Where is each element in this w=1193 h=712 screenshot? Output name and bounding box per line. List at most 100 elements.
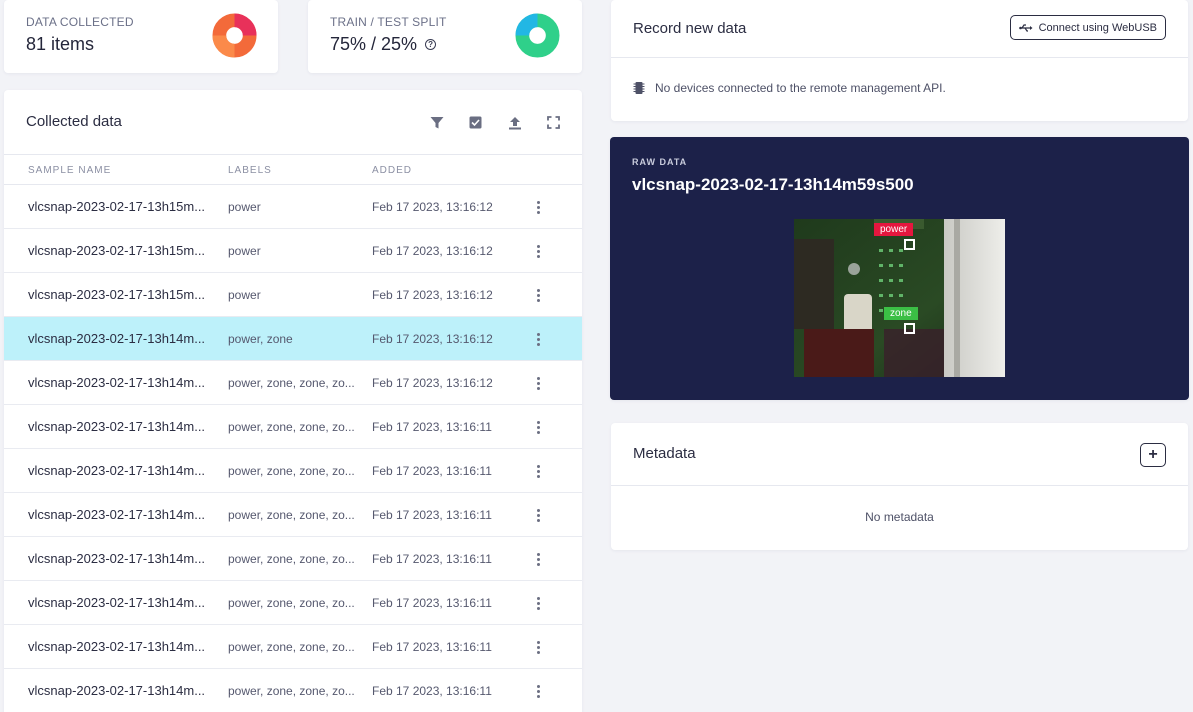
more-options-icon[interactable]: [532, 329, 544, 349]
table-row[interactable]: vlcsnap-2023-02-17-13h14m... power, zone,…: [4, 361, 582, 405]
sample-labels: power, zone: [228, 332, 293, 346]
sample-added: Feb 17 2023, 13:16:11: [372, 640, 492, 654]
more-options-icon[interactable]: [532, 505, 544, 525]
sample-added: Feb 17 2023, 13:16:11: [372, 420, 492, 434]
table-row[interactable]: vlcsnap-2023-02-17-13h14m... power, zone,…: [4, 581, 582, 625]
chip-icon: [633, 82, 645, 94]
stat-card-split: TRAIN / TEST SPLIT 75% / 25% ?: [308, 0, 582, 73]
upload-icon[interactable]: [506, 114, 523, 131]
table-row[interactable]: vlcsnap-2023-02-17-13h14m... power, zone,…: [4, 449, 582, 493]
expand-icon[interactable]: [545, 114, 562, 131]
table-body: vlcsnap-2023-02-17-13h15m... power Feb 17 …: [4, 185, 582, 712]
more-options-icon[interactable]: [532, 461, 544, 481]
box-label-power: power: [874, 223, 914, 236]
bounding-box-zone: zone: [884, 307, 918, 334]
panel-title: Metadata: [633, 445, 696, 462]
sample-name: vlcsnap-2023-02-17-13h15m...: [28, 199, 206, 214]
box-marker: [904, 323, 915, 334]
sample-name: vlcsnap-2023-02-17-13h14m...: [28, 463, 206, 478]
stat-value: 81 items: [26, 34, 95, 54]
donut-chart-icon: [515, 13, 560, 58]
donut-chart-icon: [212, 13, 257, 58]
table-row[interactable]: vlcsnap-2023-02-17-13h14m... power, zone,…: [4, 625, 582, 669]
toolbar: [428, 114, 562, 131]
table-header: SAMPLE NAME LABELS ADDED: [4, 154, 582, 185]
more-options-icon[interactable]: [532, 197, 544, 217]
stat-value: 75% / 25% ?: [330, 34, 437, 55]
more-options-icon[interactable]: [532, 637, 544, 657]
sample-labels: power, zone, zone, zo...: [228, 464, 355, 478]
table-row[interactable]: vlcsnap-2023-02-17-13h15m... power Feb 17 …: [4, 229, 582, 273]
panel-title: Record new data: [633, 20, 747, 37]
sample-added: Feb 17 2023, 13:16:12: [372, 200, 493, 214]
stat-label: DATA COLLECTED: [26, 15, 134, 29]
sample-added: Feb 17 2023, 13:16:11: [372, 464, 492, 478]
table-row[interactable]: vlcsnap-2023-02-17-13h14m... power, zone,…: [4, 405, 582, 449]
sample-added: Feb 17 2023, 13:16:12: [372, 376, 493, 390]
sample-name: vlcsnap-2023-02-17-13h14m...: [28, 639, 206, 654]
more-options-icon[interactable]: [532, 417, 544, 437]
box-label-zone: zone: [884, 307, 918, 320]
sample-name: vlcsnap-2023-02-17-13h14m...: [28, 375, 206, 390]
sample-labels: power, zone, zone, zo...: [228, 640, 355, 654]
sample-image: power zone: [794, 219, 1005, 377]
box-marker: [904, 239, 915, 250]
sample-name: vlcsnap-2023-02-17-13h14m...: [28, 595, 206, 610]
sample-added: Feb 17 2023, 13:16:11: [372, 684, 492, 698]
more-options-icon[interactable]: [532, 593, 544, 613]
more-options-icon[interactable]: [532, 285, 544, 305]
add-metadata-button[interactable]: +: [1140, 443, 1166, 467]
column-sample-name[interactable]: SAMPLE NAME: [28, 165, 111, 176]
connect-webusb-button[interactable]: Connect using WebUSB: [1009, 15, 1166, 40]
sample-name: vlcsnap-2023-02-17-13h14m...: [28, 683, 206, 698]
sample-name: vlcsnap-2023-02-17-13h14m...: [28, 551, 206, 566]
sample-labels: power, zone, zone, zo...: [228, 684, 355, 698]
table-row[interactable]: vlcsnap-2023-02-17-13h14m... power, zone F…: [4, 317, 582, 361]
column-added[interactable]: ADDED: [372, 165, 412, 176]
table-row[interactable]: vlcsnap-2023-02-17-13h14m... power, zone,…: [4, 669, 582, 712]
help-icon[interactable]: ?: [425, 39, 437, 50]
divider: [611, 57, 1188, 58]
more-options-icon[interactable]: [532, 241, 544, 261]
table-row[interactable]: vlcsnap-2023-02-17-13h14m... power, zone,…: [4, 537, 582, 581]
table-row[interactable]: vlcsnap-2023-02-17-13h15m... power Feb 17 …: [4, 273, 582, 317]
sample-labels: power, zone, zone, zo...: [228, 420, 355, 434]
sample-name: vlcsnap-2023-02-17-13h14m...: [28, 507, 206, 522]
sample-labels: power, zone, zone, zo...: [228, 552, 355, 566]
more-options-icon[interactable]: [532, 681, 544, 701]
sample-labels: power, zone, zone, zo...: [228, 596, 355, 610]
sample-added: Feb 17 2023, 13:16:11: [372, 596, 492, 610]
section-label: RAW DATA: [632, 157, 688, 167]
table-row[interactable]: vlcsnap-2023-02-17-13h15m... power Feb 17 …: [4, 185, 582, 229]
sample-labels: power, zone, zone, zo...: [228, 508, 355, 522]
collected-data-panel: Collected data SAMPLE NAME LABELS ADDED …: [4, 90, 582, 712]
more-options-icon[interactable]: [532, 373, 544, 393]
sample-labels: power, zone, zone, zo...: [228, 376, 355, 390]
button-label: Connect using WebUSB: [1038, 21, 1157, 34]
more-options-icon[interactable]: [532, 549, 544, 569]
record-new-data-panel: Record new data Connect using WebUSB No …: [611, 0, 1188, 121]
sample-name: vlcsnap-2023-02-17-13h14m...: [28, 419, 206, 434]
panel-title: Collected data: [26, 113, 122, 130]
filter-icon[interactable]: [428, 114, 445, 131]
sample-name: vlcsnap-2023-02-17-13h15m...: [28, 243, 206, 258]
usb-icon: [1018, 23, 1033, 32]
stat-card-collected: DATA COLLECTED 81 items: [4, 0, 278, 73]
empty-state: No metadata: [865, 510, 934, 524]
sample-name: vlcsnap-2023-02-17-13h15m...: [28, 287, 206, 302]
divider: [611, 485, 1188, 486]
sample-title: vlcsnap-2023-02-17-13h14m59s500: [632, 175, 914, 194]
table-row[interactable]: vlcsnap-2023-02-17-13h14m... power, zone,…: [4, 493, 582, 537]
checkbox-icon[interactable]: [467, 114, 484, 131]
sample-added: Feb 17 2023, 13:16:12: [372, 332, 493, 346]
device-status: No devices connected to the remote manag…: [633, 81, 946, 95]
sample-labels: power: [228, 288, 261, 302]
sample-added: Feb 17 2023, 13:16:11: [372, 508, 492, 522]
raw-data-panel: RAW DATA vlcsnap-2023-02-17-13h14m59s500: [610, 137, 1189, 400]
sample-name: vlcsnap-2023-02-17-13h14m...: [28, 331, 206, 346]
sample-added: Feb 17 2023, 13:16:12: [372, 288, 493, 302]
sample-labels: power: [228, 200, 261, 214]
sample-added: Feb 17 2023, 13:16:12: [372, 244, 493, 258]
column-labels[interactable]: LABELS: [228, 165, 272, 176]
sample-labels: power: [228, 244, 261, 258]
